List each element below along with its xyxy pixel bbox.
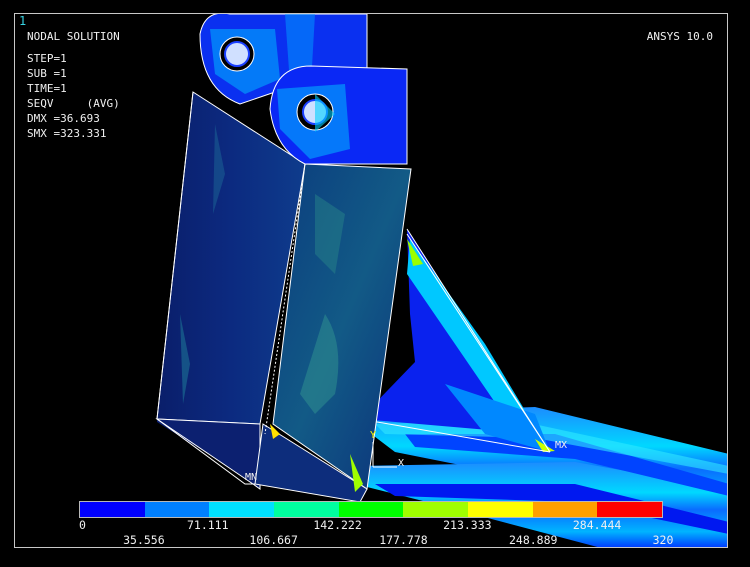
step-readout: STEP=1 bbox=[27, 52, 67, 65]
legend-label-top: 284.444 bbox=[572, 518, 622, 532]
legend-label-top: 213.333 bbox=[443, 518, 492, 532]
legend-label-bottom: 177.778 bbox=[379, 533, 428, 547]
legend-band bbox=[80, 502, 145, 517]
dmx-readout: DMX =36.693 bbox=[27, 112, 100, 125]
legend-label-top: 142.222 bbox=[313, 518, 362, 532]
legend-band bbox=[209, 502, 275, 517]
legend-label-bottom: 35.556 bbox=[123, 533, 165, 547]
time-readout: TIME=1 bbox=[27, 82, 67, 95]
fea-model-render[interactable] bbox=[15, 14, 728, 548]
legend-band bbox=[403, 502, 469, 517]
result-quantity: SEQV (AVG) bbox=[27, 97, 120, 110]
legend-band bbox=[144, 502, 210, 517]
legend-band bbox=[274, 502, 339, 517]
smx-readout: SMX =323.331 bbox=[27, 127, 107, 140]
legend-label-bottom: 248.889 bbox=[508, 533, 558, 547]
legend-label-top: 0 bbox=[79, 518, 86, 532]
legend-band bbox=[338, 502, 404, 517]
legend-band bbox=[597, 502, 663, 517]
legend-band bbox=[468, 502, 533, 517]
legend-label-bottom: 106.667 bbox=[249, 533, 298, 547]
substep-readout: SUB =1 bbox=[27, 67, 67, 80]
axis-x-label: X bbox=[398, 458, 405, 469]
contour-legend bbox=[79, 501, 663, 518]
window-number: 1 bbox=[19, 14, 27, 28]
legend-label-bottom: 320 bbox=[652, 533, 674, 547]
legend-label-top: 71.111 bbox=[186, 518, 229, 532]
max-marker: MX bbox=[555, 440, 568, 451]
min-marker: MN bbox=[245, 472, 258, 483]
front-lug bbox=[269, 65, 408, 165]
plot-title: NODAL SOLUTION bbox=[27, 30, 120, 43]
legend-band bbox=[532, 502, 598, 517]
graphics-window[interactable]: 1 NODAL SOLUTION ANSYS 10.0 STEP=1 SUB =… bbox=[14, 13, 728, 548]
axis-y-label: Y bbox=[370, 430, 377, 441]
software-version: ANSYS 10.0 bbox=[646, 30, 713, 43]
